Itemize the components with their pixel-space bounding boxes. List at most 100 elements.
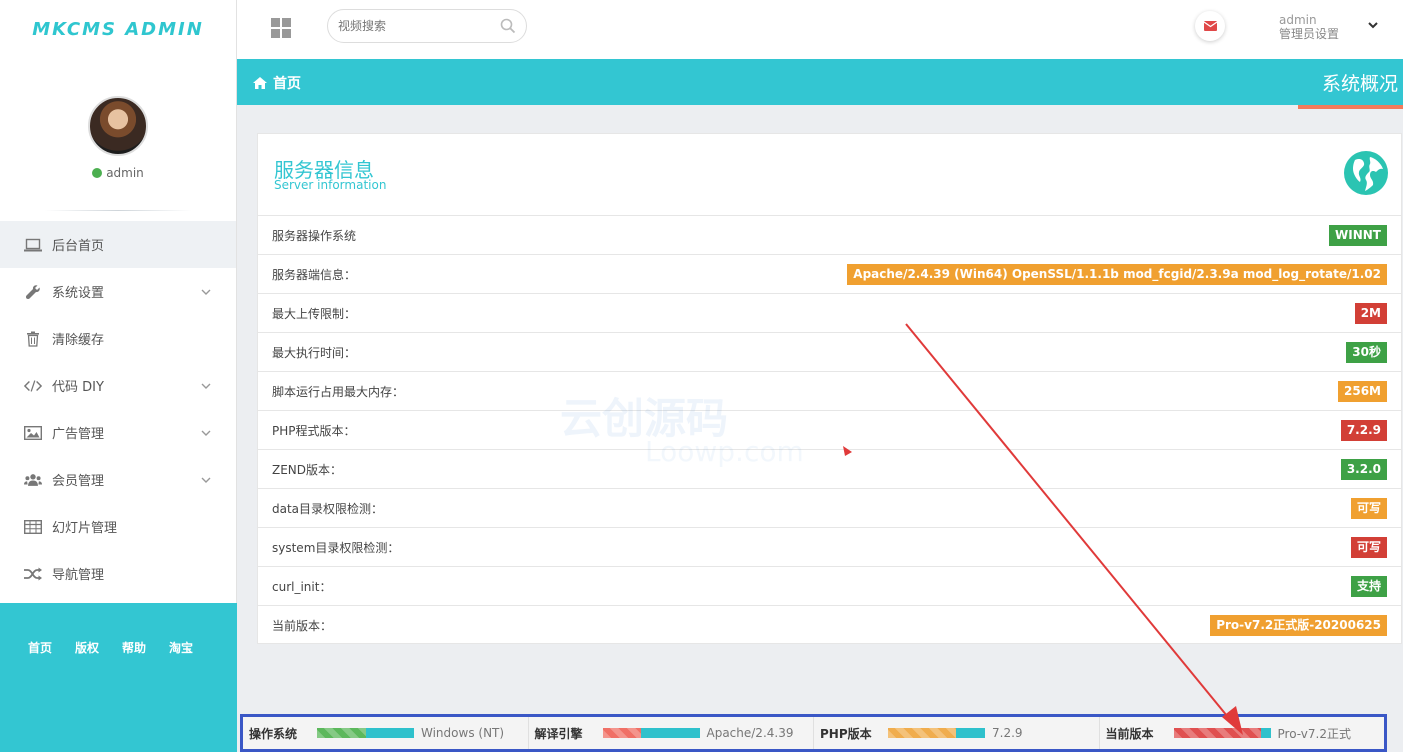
info-label: system目录权限检测： — [272, 540, 400, 555]
status-item: 解译引擎 Apache/2.4.39 — [528, 717, 814, 749]
chevron-down-icon — [200, 286, 212, 298]
sidebar-item-5[interactable]: 会员管理 — [0, 456, 236, 503]
info-badge: 可写 — [1350, 536, 1387, 558]
info-badge: 3.2.0 — [1340, 458, 1387, 480]
info-row: ZEND版本： 3.2.0 — [258, 450, 1401, 489]
sidebar-item-label: 广告管理 — [52, 427, 105, 442]
info-row: PHP程式版本： 7.2.9 — [258, 411, 1401, 450]
info-row: curl_init： 支持 — [258, 567, 1401, 606]
sidebar-item-label: 后台首页 — [52, 239, 105, 254]
info-label: 最大上传限制： — [272, 306, 357, 321]
info-label: data目录权限检测： — [272, 501, 384, 516]
info-label: ZEND版本： — [272, 462, 343, 477]
info-badge: Pro-v7.2正式版-20200625 — [1210, 615, 1387, 636]
sidebar-item-label: 代码 DIY — [52, 380, 104, 395]
admin-menu[interactable]: admin 管理员设置 — [1279, 13, 1339, 41]
sidebar-item-4[interactable]: 广告管理 — [0, 409, 236, 456]
laptop-icon — [24, 236, 42, 254]
sidebar-item-label: 导航管理 — [52, 568, 105, 583]
status-item: 当前版本 Pro-v7.2正式 — [1099, 717, 1384, 749]
info-row: 最大上传限制： 2M — [258, 294, 1401, 333]
sidebar-item-label: 会员管理 — [52, 474, 105, 489]
progress-fill — [1173, 728, 1261, 738]
user-name: admin — [106, 166, 144, 180]
admin-name: admin — [1279, 13, 1317, 27]
status-value: Apache/2.4.39 — [706, 726, 794, 740]
envelope-icon — [1203, 21, 1217, 31]
info-badge: WINNT — [1329, 224, 1387, 246]
sidebar-item-label: 清除缓存 — [52, 333, 105, 348]
mail-button[interactable] — [1195, 11, 1225, 41]
info-badge: 支持 — [1350, 575, 1387, 597]
admin-role: 管理员设置 — [1279, 27, 1340, 41]
status-value: Windows (NT) — [421, 726, 505, 740]
sidebar-item-3[interactable]: 代码 DIY — [0, 362, 236, 409]
sidebar: MKCMS ADMIN admin 后台首页系统设置清除缓存代码 DIY 广告管理… — [0, 0, 237, 752]
footer-link[interactable]: 帮助 — [122, 639, 146, 656]
home-icon — [253, 77, 267, 89]
info-badge: 7.2.9 — [1340, 419, 1387, 441]
progress-fill — [602, 728, 642, 738]
globe-icon — [1344, 151, 1388, 195]
topbar: admin 管理员设置 — [237, 0, 1403, 59]
random-icon — [24, 565, 42, 583]
info-row: 最大执行时间： 30秒 — [258, 333, 1401, 372]
status-label: 解译引擎 — [534, 726, 583, 741]
breadcrumb-home: 首页 — [273, 76, 301, 92]
progress-bar — [1173, 728, 1271, 738]
info-row: 当前版本： Pro-v7.2正式版-20200625 — [258, 606, 1401, 645]
divider — [44, 210, 192, 211]
sidebar-item-6[interactable]: 幻灯片管理 — [0, 503, 236, 550]
progress-fill — [888, 728, 956, 738]
search-box[interactable] — [327, 9, 527, 43]
info-badge: 可写 — [1350, 497, 1387, 519]
progress-fill — [317, 728, 366, 738]
info-label: 脚本运行占用最大内存： — [272, 384, 405, 399]
sidebar-item-7[interactable]: 导航管理 — [0, 550, 236, 597]
footer-link[interactable]: 版权 — [75, 639, 99, 656]
grid-menu-icon[interactable] — [271, 18, 291, 38]
sidebar-item-2[interactable]: 清除缓存 — [0, 315, 236, 362]
footer-link[interactable]: 淘宝 — [169, 639, 193, 656]
info-row: 服务器端信息： Apache/2.4.39 (Win64) OpenSSL/1.1… — [258, 255, 1401, 294]
info-label: PHP程式版本： — [272, 423, 356, 438]
footer-link[interactable]: 首页 — [28, 639, 52, 656]
sidebar-item-label: 幻灯片管理 — [52, 521, 118, 536]
user-status: admin — [92, 166, 144, 180]
footer-links: 首页 版权 帮助 淘宝 — [0, 603, 237, 656]
info-row: system目录权限检测： 可写 — [258, 528, 1401, 567]
profile: admin — [0, 58, 236, 210]
code-icon — [24, 377, 42, 395]
chevron-down-icon — [200, 427, 212, 439]
info-row: 服务器操作系统 WINNT — [258, 216, 1401, 255]
breadcrumb[interactable]: 首页 — [252, 73, 301, 93]
status-label: 当前版本 — [1105, 726, 1154, 741]
trash-icon — [24, 330, 42, 348]
search-input[interactable] — [338, 19, 488, 33]
chevron-down-icon[interactable] — [1367, 20, 1379, 30]
sidebar-item-0[interactable]: 后台首页 — [0, 221, 236, 268]
status-bar: 操作系统 Windows (NT) 解译引擎 Apache/2.4.39 PHP版本 7.… — [240, 714, 1387, 752]
logo: MKCMS ADMIN — [32, 18, 204, 40]
avatar[interactable] — [88, 96, 148, 156]
chevron-down-icon — [200, 380, 212, 392]
info-label: 当前版本： — [272, 619, 333, 633]
page-title: 系统概况 — [1321, 73, 1398, 95]
status-value: 7.2.9 — [992, 726, 1023, 740]
search-icon[interactable] — [500, 18, 516, 34]
sidebar-item-label: 系统设置 — [52, 286, 105, 301]
progress-bar — [888, 728, 985, 738]
status-item: PHP版本 7.2.9 — [814, 717, 1100, 749]
status-item: 操作系统 Windows (NT) — [243, 717, 529, 749]
sidebar-nav: 后台首页系统设置清除缓存代码 DIY 广告管理会员管理幻灯片管理导航管理 — [0, 221, 236, 597]
panel-subtitle: Server information — [274, 178, 387, 192]
info-badge: Apache/2.4.39 (Win64) OpenSSL/1.1.1b mod… — [847, 263, 1387, 285]
info-label: 服务器端信息： — [272, 267, 357, 282]
info-row: data目录权限检测： 可写 — [258, 489, 1401, 528]
info-label: 最大执行时间： — [272, 345, 357, 360]
status-value: Pro-v7.2正式 — [1277, 726, 1351, 741]
online-dot-icon — [92, 168, 103, 178]
sidebar-item-1[interactable]: 系统设置 — [0, 268, 236, 315]
status-label: PHP版本 — [820, 726, 872, 741]
wrench-icon — [24, 283, 42, 301]
